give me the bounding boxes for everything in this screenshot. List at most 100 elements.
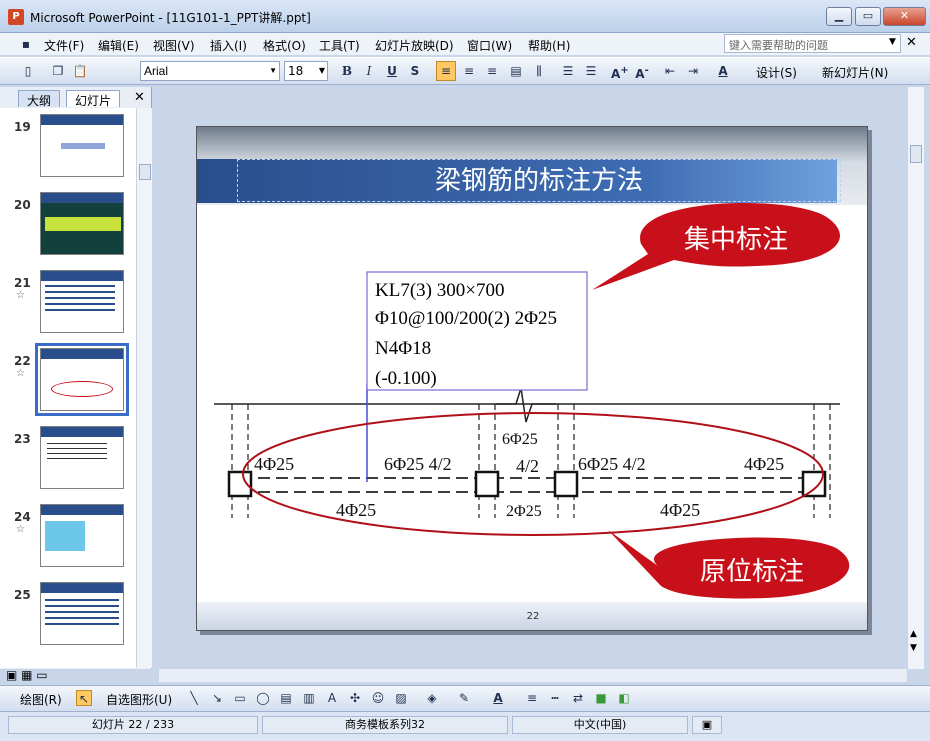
align-right-icon[interactable]: ≡ (484, 63, 500, 79)
menu-edit[interactable]: 编辑(E) (98, 37, 139, 54)
font-size-value: 18 (288, 64, 304, 78)
slide-thumbnail-selected[interactable] (35, 343, 129, 416)
prev-slide-icon[interactable]: ▲ (910, 629, 917, 639)
horizontal-scrollbar[interactable] (159, 669, 907, 682)
maximize-button[interactable]: ▭ (855, 7, 881, 26)
copy-icon[interactable]: ❐ (50, 63, 66, 79)
line-style-icon[interactable]: ≡ (524, 690, 540, 706)
slide-diagram[interactable]: KL7(3) 300×700 Φ10@100/200(2) 2Φ25 N4Φ18… (196, 126, 868, 631)
thumb-text-lines (45, 285, 115, 311)
design-button[interactable]: 设计(S) (756, 64, 797, 81)
line-icon[interactable]: ╲ (186, 690, 202, 706)
3d-style-icon[interactable]: ◧ (616, 690, 632, 706)
numbering-icon[interactable]: ☰ (560, 63, 576, 79)
draw-menu-button[interactable]: 绘图(R) (20, 691, 62, 708)
text-direction-icon[interactable]: ⫼ (531, 63, 547, 79)
slide-thumbnail[interactable] (40, 270, 124, 333)
menu-help[interactable]: 帮助(H) (528, 37, 570, 54)
diagram-icon[interactable]: ✣ (347, 690, 363, 706)
label-top-mid-left: 6Φ25 4/2 (384, 454, 452, 474)
select-arrow-icon[interactable]: ↖ (76, 690, 92, 706)
menu-file[interactable]: 文件(F) (44, 37, 84, 54)
minimize-button[interactable]: ▁ (826, 7, 852, 26)
vertical-textbox-icon[interactable]: ▥ (301, 690, 317, 706)
increase-font-icon[interactable]: A+ (611, 63, 629, 81)
box-line-2: Φ10@100/200(2) 2Φ25 (375, 308, 557, 329)
rectangle-icon[interactable]: ▭ (232, 690, 248, 706)
scroll-thumb[interactable] (139, 164, 151, 180)
next-slide-icon[interactable]: ▼ (910, 643, 917, 653)
callout-top-text: 集中标注 (684, 225, 788, 255)
menu-tools[interactable]: 工具(T) (319, 37, 360, 54)
arrow-style-icon[interactable]: ⇄ (570, 690, 586, 706)
fill-color-icon[interactable]: ◈ (424, 690, 440, 706)
underline-icon[interactable]: U (384, 63, 400, 79)
callout-bottom-text: 原位标注 (700, 557, 804, 587)
wordart-icon[interactable]: A (324, 690, 340, 706)
chevron-down-icon[interactable]: ▼ (319, 66, 325, 75)
picture-icon[interactable]: ▨ (393, 690, 409, 706)
font-name-select[interactable]: Arial ▼ (140, 61, 280, 81)
chevron-down-icon[interactable]: ▼ (269, 66, 277, 75)
animation-star-icon: ☆ (16, 524, 25, 535)
view-buttons[interactable]: ▣ ▦ ▭ (6, 668, 48, 682)
menu-view[interactable]: 视图(V) (153, 37, 195, 54)
slide-thumbnail[interactable] (40, 192, 124, 255)
shadow-icon[interactable]: S (407, 63, 423, 79)
ppt-doc-icon[interactable]: ▪ (18, 36, 34, 52)
slide-thumbnail[interactable] (40, 504, 124, 567)
increase-indent-icon[interactable]: ⇥ (685, 63, 701, 79)
slide-thumbnail[interactable] (40, 426, 124, 489)
slide-thumbnail[interactable] (40, 114, 124, 177)
decrease-indent-icon[interactable]: ⇤ (662, 63, 678, 79)
font-color-icon[interactable]: A (490, 690, 506, 706)
help-dropdown-icon[interactable]: ▼ (889, 37, 896, 47)
bold-icon[interactable]: B (339, 63, 355, 79)
thumb-shape (45, 217, 121, 231)
dash-style-icon[interactable]: ┅ (547, 690, 563, 706)
textbox-icon[interactable]: ▤ (278, 690, 294, 706)
new-slide-button[interactable]: 新幻灯片(N) (822, 64, 888, 81)
thumbnail-scrollbar[interactable] (136, 108, 152, 668)
window-title: Microsoft PowerPoint - [11G101-1_PPT讲解.p… (30, 11, 311, 25)
slide-thumbnail[interactable] (40, 582, 124, 645)
panel-close-icon[interactable]: ✕ (134, 90, 145, 105)
arrow-icon[interactable]: ↘ (209, 690, 225, 706)
align-left-icon[interactable]: ≡ (438, 63, 454, 79)
thumb-text-lines (47, 443, 107, 463)
new-document-icon[interactable]: ▯ (20, 63, 36, 79)
font-size-select[interactable]: 18 ▼ (284, 61, 328, 81)
paste-icon[interactable]: 📋 (72, 63, 88, 79)
oval-icon[interactable]: ◯ (255, 690, 271, 706)
help-search-input[interactable]: 键入需要帮助的问题 (724, 34, 901, 53)
status-language: 中文(中国) (512, 716, 688, 734)
italic-icon[interactable]: I (361, 63, 377, 79)
font-color-icon[interactable]: A (715, 63, 731, 79)
clipart-icon[interactable]: ☺ (370, 690, 386, 706)
tab-outline[interactable]: 大纲 (18, 90, 61, 108)
bullets-icon[interactable]: ☰ (583, 63, 599, 79)
document-close-icon[interactable]: ✕ (906, 35, 917, 50)
thumb-title-bar (41, 505, 123, 515)
line-color-icon[interactable]: ✎ (456, 690, 472, 706)
close-button[interactable]: ✕ (883, 7, 926, 26)
justify-icon[interactable]: ▤ (508, 63, 524, 79)
main-scrollbar[interactable]: ▲ ▼ (907, 87, 924, 669)
autoshapes-button[interactable]: 自选图形(U) (106, 691, 172, 708)
thumb-text-lines (45, 599, 119, 629)
menu-slideshow[interactable]: 幻灯片放映(D) (375, 37, 454, 54)
label-top-mid-right: 6Φ25 4/2 (578, 454, 646, 474)
align-center-icon[interactable]: ≡ (461, 63, 477, 79)
powerpoint-icon[interactable]: P (8, 9, 24, 25)
thumb-title-bar (41, 583, 123, 593)
menu-format[interactable]: 格式(O) (263, 37, 306, 54)
tab-slides[interactable]: 幻灯片 (66, 90, 121, 108)
decrease-font-icon[interactable]: A- (634, 63, 650, 81)
menu-window[interactable]: 窗口(W) (467, 37, 512, 54)
scroll-thumb[interactable] (910, 145, 922, 163)
menu-insert[interactable]: 插入(I) (210, 37, 247, 54)
thumb-ellipse (51, 381, 113, 397)
shadow-style-icon[interactable]: ■ (593, 690, 609, 706)
label-mid-center: 4/2 (516, 456, 539, 476)
spellcheck-icon[interactable]: ▣ (692, 716, 722, 734)
